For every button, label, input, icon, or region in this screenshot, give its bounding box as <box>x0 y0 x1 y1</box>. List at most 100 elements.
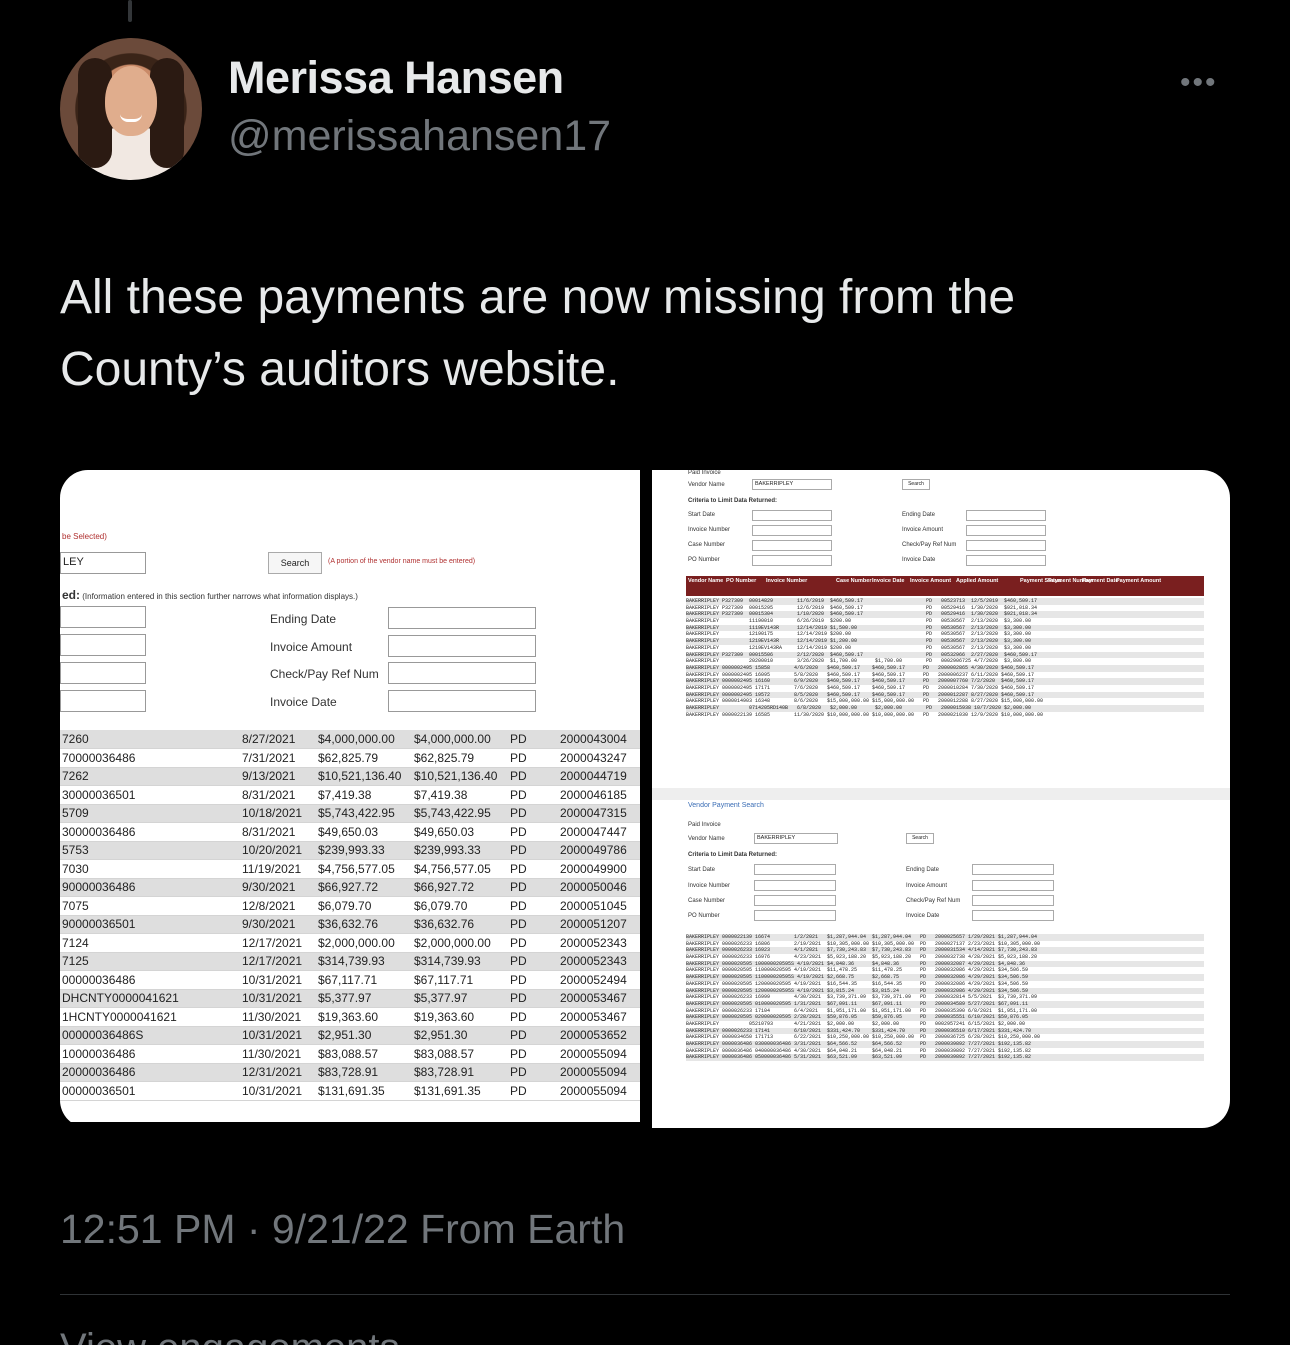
field-label: Check/Pay Ref Num <box>906 898 961 904</box>
table-row: BAKERRIPLEY 0000020595 110000020595S 4/1… <box>686 974 1204 981</box>
table-row: 70000036486 7/31/2021 $62,825.79 $62,825.79… <box>60 748 640 768</box>
table-cell: PD <box>508 1044 558 1064</box>
table-cell: $19,363.60 <box>412 1007 508 1027</box>
criteria-note: (Information entered in this section fur… <box>82 592 358 601</box>
table-cell: 10/20/2021 <box>240 841 316 860</box>
table-cell: 9/30/2021 <box>240 915 316 934</box>
table-cell: 2000050046 <box>558 878 640 897</box>
media-attachments[interactable]: be Selected) LEY Search (A portion of th… <box>60 470 1230 1128</box>
table-cell: $36,632.76 <box>316 915 412 934</box>
table-cell: 9/30/2021 <box>240 878 316 897</box>
vendor-name-label: Vendor Name <box>688 482 725 488</box>
table-cell: $239,993.33 <box>316 841 412 860</box>
table-row: 00000036486 10/31/2021 $67,117.71 $67,117.7… <box>60 970 640 990</box>
table-cell: $7,419.38 <box>316 785 412 805</box>
table-row: BAKERRIPLEY 1119EV143R 12/14/2019 $1,500… <box>686 624 1204 632</box>
field-label: Invoice Amount <box>906 883 948 889</box>
table-row: 00000036501 10/31/2021 $131,691.35 $131,691… <box>60 1081 640 1101</box>
table-row: BAKERRIPLEY 0000026233 17104 6/4/2021 $1… <box>686 1007 1038 1014</box>
selected-note: be Selected) <box>62 532 107 541</box>
table-row: BAKERRIPLEY 0000022139 16585 11/30/2020 … <box>686 711 1044 718</box>
table-cell: 10/31/2021 <box>240 1081 316 1101</box>
screenshot-right[interactable]: Paid Invoice Vendor Name BAKERRIPLEY Sea… <box>652 470 1230 1128</box>
field-label: PO Number <box>688 557 720 563</box>
vendor-name-label: Vendor Name <box>688 836 725 842</box>
column-header: Invoice Amount <box>910 578 952 584</box>
table-cell: $4,756,577.05 <box>412 859 508 879</box>
column-header: Invoice Date <box>872 578 905 584</box>
table-cell: $5,377.97 <box>412 989 508 1008</box>
field-label: PO Number <box>688 913 720 919</box>
field-label: Start Date <box>688 512 716 518</box>
criteria-field-box <box>60 690 146 712</box>
criteria-field-box <box>60 606 146 628</box>
table-cell: 2000052343 <box>558 952 640 971</box>
table-cell: PD <box>508 785 558 805</box>
table-cell: $239,993.33 <box>412 841 508 860</box>
table-row: 1HCNTY0000041621 11/30/2021 $19,363.60 $19,… <box>60 1007 640 1027</box>
divider <box>60 1294 1230 1295</box>
tweet-timestamp[interactable]: 12:51 PM · 9/21/22 From Earth <box>60 1206 625 1253</box>
more-options-icon[interactable]: ••• <box>1180 66 1218 100</box>
table-cell: 30000036501 <box>60 785 240 805</box>
table-row: 30000036501 8/31/2021 $7,419.38 $7,419.38 PD… <box>60 785 640 805</box>
avatar[interactable] <box>60 38 202 180</box>
field-label: Case Number <box>688 898 726 904</box>
screenshot-left[interactable]: be Selected) LEY Search (A portion of th… <box>60 470 640 1122</box>
table-row: BAKERRIPLEY 0000036486 050000036486 5/31… <box>686 1054 1204 1062</box>
table-row: BAKERRIPLEY 12190175 12/14/2019 $200.00 … <box>686 631 1032 638</box>
table-cell: $83,088.57 <box>316 1044 412 1064</box>
table-cell: PD <box>508 730 558 749</box>
table-row: BAKERRIPLEY 0000026233 16999 4/30/2021 $… <box>686 994 1038 1001</box>
table-cell: $83,088.57 <box>412 1044 508 1064</box>
table-cell: PD <box>508 970 558 990</box>
table-cell: 12/17/2021 <box>240 952 316 971</box>
table-cell: $2,951.30 <box>412 1026 508 1045</box>
table-cell: 1HCNTY0000041621 <box>60 1007 240 1027</box>
table-cell: 30000036486 <box>60 822 240 842</box>
table-row: BAKERRIPLEY 0000002495 16095 5/8/2020 $4… <box>686 671 1035 678</box>
portion-note: (A portion of the vendor name must be en… <box>328 558 476 565</box>
user-handle[interactable]: @merissahansen17 <box>228 112 611 161</box>
table-row: 00000036486S 10/31/2021 $2,951.30 $2,951.30… <box>60 1026 640 1045</box>
table-cell: $66,927.72 <box>316 878 412 897</box>
column-header: Case Number <box>836 578 872 584</box>
table-cell: $49,650.03 <box>412 822 508 842</box>
table-row: 90000036501 9/30/2021 $36,632.76 $36,632.76… <box>60 915 640 934</box>
table-cell: 2000055094 <box>558 1081 640 1101</box>
table-cell: 2000055094 <box>558 1063 640 1082</box>
table-cell: 12/8/2021 <box>240 896 316 916</box>
column-header: Invoice Number <box>766 578 808 584</box>
criteria-label: Criteria to Limit Data Returned: <box>688 852 778 858</box>
table-cell: $66,927.72 <box>412 878 508 897</box>
table-cell: 10/31/2021 <box>240 989 316 1008</box>
table-cell: 70000036486 <box>60 748 240 768</box>
table-cell: $2,951.30 <box>316 1026 412 1045</box>
criteria-field-box <box>972 880 1054 891</box>
table-cell: 2000047447 <box>558 822 640 842</box>
table-cell: PD <box>508 804 558 823</box>
field-label: Ending Date <box>270 612 337 626</box>
table-cell: PD <box>508 841 558 860</box>
criteria-label: ed: (Information entered in this section… <box>62 588 358 602</box>
table-cell: 2000051045 <box>558 896 640 916</box>
column-header: Applied Amount <box>956 578 999 584</box>
table-cell: $4,000,000.00 <box>412 730 508 749</box>
table-cell: PD <box>508 989 558 1008</box>
table-row: BAKERRIPLEY P327309 00014829 11/6/2019 $… <box>686 598 1204 605</box>
screenshot-divider <box>652 788 1230 800</box>
field-label: Invoice Amount <box>902 527 944 533</box>
table-cell: $5,377.97 <box>316 989 412 1008</box>
table-cell: 7260 <box>60 730 240 749</box>
table-row: 10000036486 11/30/2021 $83,088.57 $83,088.5… <box>60 1044 640 1064</box>
search-button: Search <box>906 833 934 844</box>
table-row: 90000036486 9/30/2021 $66,927.72 $66,927.72… <box>60 878 640 897</box>
table-cell: PD <box>508 952 558 971</box>
display-name[interactable]: Merissa Hansen <box>228 52 564 104</box>
view-engagements-link[interactable]: View engagements <box>60 1326 400 1345</box>
thread-line <box>128 0 132 22</box>
table-row: BAKERRIPLEY 05210793 4/21/2021 $2,000.00… <box>686 1020 1026 1027</box>
table-cell: PD <box>508 822 558 842</box>
field-label: Ending Date <box>906 867 940 873</box>
criteria-field-box <box>752 540 832 551</box>
